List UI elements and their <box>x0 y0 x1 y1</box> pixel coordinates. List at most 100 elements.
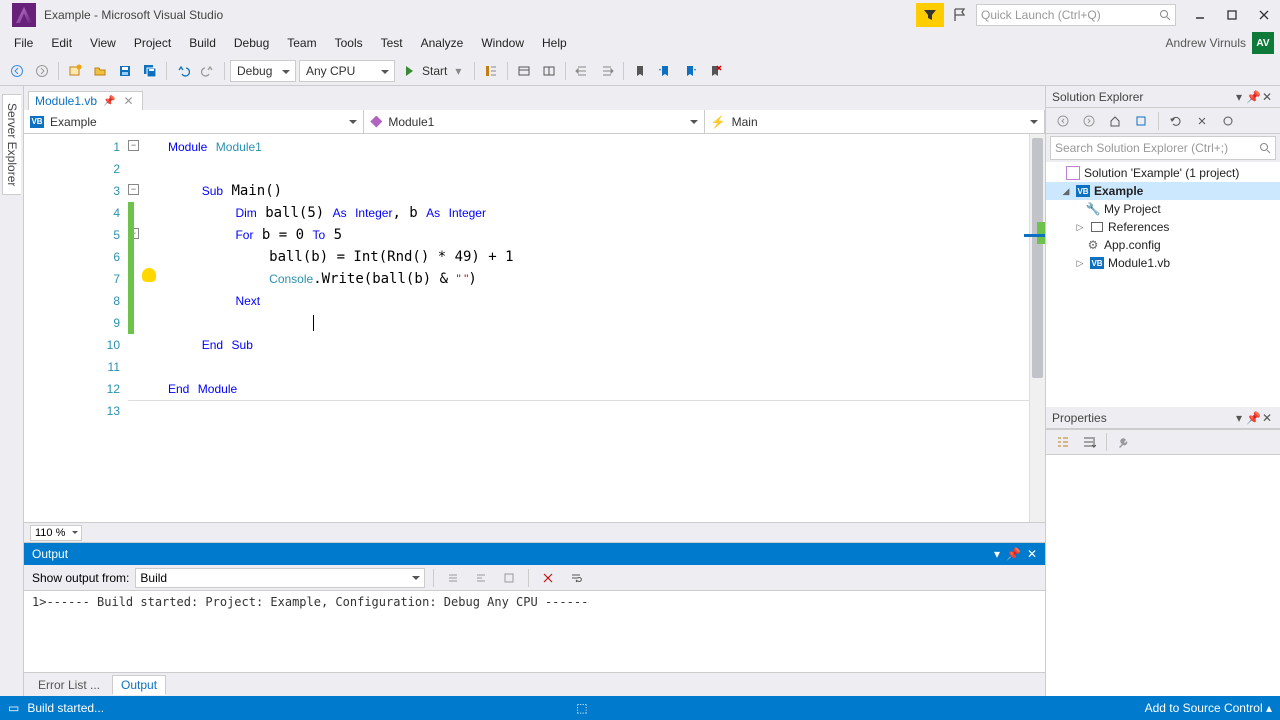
menu-test[interactable]: Test <box>373 33 411 53</box>
menu-debug[interactable]: Debug <box>226 33 277 53</box>
line-gutter: 12345678910111213 − − − <box>24 134 128 522</box>
menu-help[interactable]: Help <box>534 33 575 53</box>
menu-edit[interactable]: Edit <box>43 33 80 53</box>
tree-project[interactable]: ◢VBExample <box>1046 182 1280 200</box>
props-cat-button[interactable] <box>1052 431 1074 453</box>
out-btn-3[interactable] <box>498 567 520 589</box>
tab-output[interactable]: Output <box>112 675 166 695</box>
menu-project[interactable]: Project <box>126 33 179 53</box>
notification-filter-icon[interactable] <box>916 3 944 27</box>
menu-analyze[interactable]: Analyze <box>413 33 472 53</box>
close-button[interactable] <box>1252 3 1276 27</box>
main-area: Server Explorer Module1.vb 📌 ✕ VBExample… <box>0 86 1280 696</box>
user-avatar[interactable]: AV <box>1252 32 1274 54</box>
status-text: Build started... <box>27 701 568 715</box>
wrench-icon: 🔧 <box>1086 202 1100 216</box>
redo-button[interactable] <box>197 60 219 82</box>
bookmark-next-button[interactable] <box>679 60 701 82</box>
tree-app-config[interactable]: ⚙App.config <box>1046 236 1280 254</box>
properties-grid[interactable] <box>1046 455 1280 696</box>
tree-my-project[interactable]: 🔧My Project <box>1046 200 1280 218</box>
menu-view[interactable]: View <box>82 33 124 53</box>
sol-back-button[interactable] <box>1052 110 1074 132</box>
menu-build[interactable]: Build <box>181 33 224 53</box>
tool-btn-1[interactable] <box>480 60 502 82</box>
maximize-button[interactable] <box>1220 3 1244 27</box>
solution-explorer-header[interactable]: Solution Explorer▾📌✕ <box>1046 86 1280 108</box>
vs-logo-icon <box>12 3 36 27</box>
bookmark-prev-button[interactable] <box>654 60 676 82</box>
tool-btn-3[interactable] <box>538 60 560 82</box>
nav-fwd-button[interactable] <box>31 60 53 82</box>
output-source-dropdown[interactable]: Build <box>135 568 425 588</box>
nav-type-dropdown[interactable]: Module1 <box>364 110 704 133</box>
out-clear-button[interactable] <box>537 567 559 589</box>
sol-sync-button[interactable] <box>1130 110 1152 132</box>
sol-props-button[interactable] <box>1217 110 1239 132</box>
dropdown-icon[interactable]: ▾ <box>994 547 1000 561</box>
output-text[interactable]: 1>------ Build started: Project: Example… <box>24 591 1045 672</box>
save-all-button[interactable] <box>139 60 161 82</box>
document-tabs: Module1.vb 📌 ✕ <box>24 86 1045 110</box>
out-wrap-button[interactable] <box>565 567 587 589</box>
feedback-flag-icon[interactable] <box>948 3 972 27</box>
solution-tree[interactable]: Solution 'Example' (1 project) ◢VBExampl… <box>1046 162 1280 407</box>
properties-header[interactable]: Properties▾📌✕ <box>1046 407 1280 429</box>
config-icon: ⚙ <box>1086 238 1100 252</box>
platform-dropdown[interactable]: Any CPU <box>299 60 395 82</box>
doc-tab-module1[interactable]: Module1.vb 📌 ✕ <box>28 91 143 110</box>
props-wrench-button[interactable] <box>1113 431 1135 453</box>
save-button[interactable] <box>114 60 136 82</box>
tool-btn-2[interactable] <box>513 60 535 82</box>
status-build-icon: ▭ <box>8 701 19 715</box>
props-az-button[interactable] <box>1078 431 1100 453</box>
status-bar: ▭ Build started... ⬚ Add to Source Contr… <box>0 696 1280 720</box>
server-explorer-tab[interactable]: Server Explorer <box>2 94 21 195</box>
menu-window[interactable]: Window <box>473 33 532 53</box>
tree-module1[interactable]: ▷VBModule1.vb <box>1046 254 1280 272</box>
tab-error-list[interactable]: Error List ... <box>30 676 108 694</box>
nav-project-dropdown[interactable]: VBExample <box>24 110 364 133</box>
out-btn-2[interactable] <box>470 567 492 589</box>
new-project-button[interactable] <box>64 60 86 82</box>
undo-button[interactable] <box>172 60 194 82</box>
sol-fwd-button[interactable] <box>1078 110 1100 132</box>
sol-refresh-button[interactable] <box>1165 110 1187 132</box>
source-control-button[interactable]: Add to Source Control ▴ <box>1145 701 1272 715</box>
tree-solution-root[interactable]: Solution 'Example' (1 project) <box>1046 164 1280 182</box>
bookmark-clear-button[interactable] <box>704 60 726 82</box>
out-btn-1[interactable] <box>442 567 464 589</box>
config-dropdown[interactable]: Debug <box>230 60 296 82</box>
sol-home-button[interactable] <box>1104 110 1126 132</box>
sol-collapse-button[interactable] <box>1191 110 1213 132</box>
pin-icon[interactable]: 📌 <box>103 96 115 107</box>
bookmark-button[interactable] <box>629 60 651 82</box>
module-icon <box>370 116 382 128</box>
lightbulb-icon[interactable] <box>142 268 156 282</box>
nav-member-dropdown[interactable]: ⚡Main <box>705 110 1045 133</box>
start-button[interactable]: Start▾ <box>398 64 469 78</box>
minimize-button[interactable] <box>1188 3 1212 27</box>
solution-search-input[interactable]: Search Solution Explorer (Ctrl+;) <box>1050 136 1276 160</box>
show-output-label: Show output from: <box>32 571 129 585</box>
pin-icon[interactable]: 📌 <box>1006 547 1021 561</box>
solution-toolbar <box>1046 108 1280 134</box>
open-file-button[interactable] <box>89 60 111 82</box>
user-name[interactable]: Andrew Virnuls <box>1166 36 1246 50</box>
nav-back-button[interactable] <box>6 60 28 82</box>
menu-tools[interactable]: Tools <box>327 33 371 53</box>
status-middle-icon: ⬚ <box>576 701 587 715</box>
menu-file[interactable]: File <box>6 33 41 53</box>
code-editor[interactable]: 12345678910111213 − − − Module Module1 S… <box>24 134 1045 522</box>
indent-more-button[interactable] <box>596 60 618 82</box>
menu-team[interactable]: Team <box>279 33 324 53</box>
editor-scrollbar[interactable] <box>1029 134 1045 522</box>
indent-less-button[interactable] <box>571 60 593 82</box>
close-tab-icon[interactable]: ✕ <box>122 94 136 108</box>
tree-references[interactable]: ▷References <box>1046 218 1280 236</box>
zoom-dropdown[interactable]: 110 % <box>30 525 82 541</box>
close-icon[interactable]: ✕ <box>1027 547 1037 561</box>
quick-launch-input[interactable]: Quick Launch (Ctrl+Q) <box>976 4 1176 26</box>
code-content[interactable]: Module Module1 Sub Main() Dim ball(5) As… <box>128 134 1029 522</box>
output-header[interactable]: Output ▾ 📌 ✕ <box>24 543 1045 565</box>
